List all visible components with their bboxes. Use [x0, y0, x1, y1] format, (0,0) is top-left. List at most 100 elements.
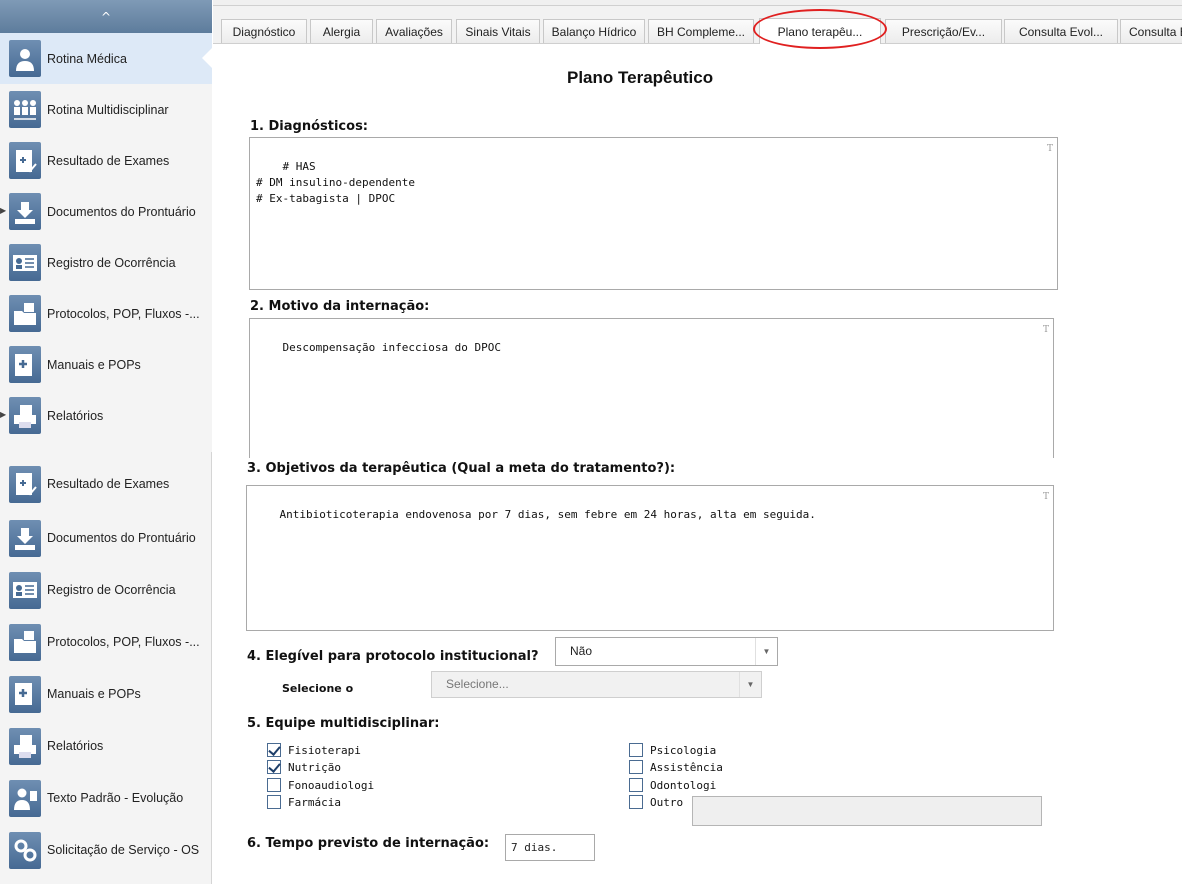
- sidebar-item-label: Protocolos, POP, Fluxos -...: [47, 635, 200, 649]
- elegivel-protocolo-label: 4. Elegível para protocolo institucional…: [247, 649, 539, 664]
- sidebar-item-label: Resultado de Exames: [47, 477, 170, 491]
- checkbox-assistencia[interactable]: Assistência: [629, 759, 723, 775]
- diagnosticos-text: # HAS # DM insulino-dependente # Ex-taba…: [256, 160, 415, 205]
- printer-icon: [9, 727, 41, 765]
- sidebar-item-label: Registro de Ocorrência: [47, 583, 176, 597]
- sidebar-upper-panel: ^ Rotina Médica Rotina Multidisciplinar Re…: [0, 0, 212, 452]
- sidebar-item-protocolos-pop-fluxos[interactable]: Protocolos, POP, Fluxos -...: [0, 616, 206, 668]
- sidebar-item-rotina-multidisciplinar[interactable]: Rotina Multidisciplinar: [0, 84, 212, 135]
- tempo-internacao-input[interactable]: 7 dias.: [505, 834, 595, 861]
- gears-icon: [9, 831, 41, 869]
- protocolo-select[interactable]: Selecione... ▼: [431, 671, 762, 698]
- checkbox-box[interactable]: [629, 760, 643, 774]
- document-download-icon: [9, 193, 41, 230]
- sidebar-item-relatorios[interactable]: Relatórios: [0, 720, 206, 772]
- elegivel-protocolo-value: Não: [570, 644, 593, 658]
- folder-icon: [9, 623, 41, 661]
- protocolo-placeholder: Selecione...: [446, 677, 509, 691]
- tab-consulta-evol[interactable]: Consulta Evol...: [1004, 19, 1118, 43]
- tab-sinais-vitais[interactable]: Sinais Vitais: [456, 19, 540, 43]
- tempo-internacao-label: 6. Tempo previsto de internação:: [247, 836, 490, 851]
- checkbox-label: Fisioterapi: [288, 743, 361, 757]
- diagnosticos-textarea[interactable]: # HAS # DM insulino-dependente # Ex-taba…: [249, 137, 1058, 290]
- checkbox-fisioterapi[interactable]: Fisioterapi: [267, 742, 361, 758]
- sidebar-item-label: Protocolos, POP, Fluxos -...: [47, 306, 200, 321]
- sidebar-item-relatorios[interactable]: ▶ Relatórios: [0, 390, 212, 441]
- exam-result-icon: [9, 142, 41, 179]
- expand-caret-icon[interactable]: ▶: [0, 410, 6, 419]
- objetivos-textarea[interactable]: Antibioticoterapia endovenosa por 7 dias…: [246, 485, 1054, 631]
- chevron-up-icon: ^: [100, 9, 112, 24]
- tab-bh-compleme[interactable]: BH Compleme...: [648, 19, 754, 43]
- checkbox-psicologia[interactable]: Psicologia: [629, 742, 716, 758]
- sidebar: ^ Rotina Médica Rotina Multidisciplinar Re…: [0, 0, 212, 884]
- sidebar-item-registro-de-ocorrencia[interactable]: Registro de Ocorrência: [0, 237, 212, 288]
- checkbox-box[interactable]: [267, 778, 281, 792]
- sidebar-item-resultado-de-exames[interactable]: Resultado de Exames: [0, 135, 212, 186]
- tab-balanco-hidrico[interactable]: Balanço Hídrico: [543, 19, 645, 43]
- sidebar-item-label: Registro de Ocorrência: [47, 255, 176, 270]
- collapse-up-button[interactable]: ^: [0, 0, 212, 33]
- sidebar-item-protocolos-pop-fluxos[interactable]: Protocolos, POP, Fluxos -...: [0, 288, 212, 339]
- checkbox-box[interactable]: [267, 795, 281, 809]
- tab-avaliacoes[interactable]: Avaliações: [376, 19, 452, 43]
- checkbox-box[interactable]: [267, 760, 281, 774]
- sidebar-item-label: Resultado de Exames: [47, 153, 170, 168]
- checkbox-label: Outro: [650, 795, 684, 809]
- tab-consulta-ev[interactable]: Consulta Ev: [1120, 19, 1182, 43]
- equipe-multidisciplinar-label: 5. Equipe multidisciplinar:: [247, 716, 440, 731]
- folder-icon: [9, 295, 41, 332]
- exam-result-icon: [9, 465, 41, 503]
- checkbox-nutricao[interactable]: Nutrição: [267, 759, 341, 775]
- tab-alergia[interactable]: Alergia: [310, 19, 373, 43]
- sidebar-lower-panel: Resultado de Exames Documentos do Prontuá…: [0, 456, 206, 884]
- text-format-icon[interactable]: T: [1047, 141, 1053, 157]
- tab-prescricao-ev[interactable]: Prescrição/Ev...: [885, 19, 1002, 43]
- sidebar-item-label: Manuais e POPs: [47, 687, 141, 701]
- sidebar-item-texto-padrao-evolucao[interactable]: Texto Padrão - Evolução: [0, 772, 206, 824]
- chevron-down-icon: ▼: [739, 672, 761, 697]
- checkbox-box[interactable]: [629, 743, 643, 757]
- sidebar-item-documentos-do-prontuario[interactable]: Documentos do Prontuário: [0, 512, 206, 564]
- checkbox-odontologi[interactable]: Odontologi: [629, 777, 716, 793]
- tempo-internacao-value: 7 dias.: [511, 841, 558, 854]
- checkbox-fonoaudiologi[interactable]: Fonoaudiologi: [267, 777, 374, 793]
- sidebar-item-label: Rotina Médica: [47, 51, 127, 66]
- checkbox-label: Odontologi: [650, 778, 717, 792]
- sidebar-item-manuais-e-pops[interactable]: Manuais e POPs: [0, 668, 206, 720]
- checkbox-label: Assistência: [650, 760, 723, 774]
- manual-icon: [9, 346, 41, 383]
- page-title: Plano Terapêutico: [567, 68, 714, 87]
- sidebar-item-label: Solicitação de Serviço - OS: [47, 843, 200, 857]
- checkbox-label: Nutrição: [288, 760, 341, 774]
- outro-input[interactable]: [692, 796, 1042, 826]
- text-format-icon[interactable]: T: [1043, 322, 1049, 338]
- objetivos-label: 3. Objetivos da terapêutica (Qual a meta…: [247, 461, 676, 476]
- doctor-icon: [9, 40, 41, 77]
- checkbox-label: Farmácia: [288, 795, 341, 809]
- sidebar-item-label: Manuais e POPs: [47, 357, 141, 372]
- selecione-protocolo-label: Selecione o: [282, 682, 354, 695]
- tab-plano-terapeu[interactable]: Plano terapêu...: [759, 18, 881, 44]
- sidebar-item-resultado-de-exames[interactable]: Resultado de Exames: [0, 456, 206, 512]
- checkbox-box[interactable]: [629, 778, 643, 792]
- motivo-internacao-textarea[interactable]: Descompensação infecciosa do DPOC T: [249, 318, 1054, 458]
- tab-diagnostico[interactable]: Diagnóstico: [221, 19, 307, 43]
- elegivel-protocolo-select[interactable]: Não ▼: [555, 637, 778, 666]
- document-download-icon: [9, 519, 41, 557]
- checkbox-box[interactable]: [267, 743, 281, 757]
- checkbox-outro[interactable]: Outro: [629, 794, 683, 810]
- id-card-icon: [9, 571, 41, 609]
- checkbox-label: Fonoaudiologi: [288, 778, 375, 792]
- sidebar-item-rotina-medica[interactable]: Rotina Médica: [0, 33, 212, 84]
- id-card-icon: [9, 244, 41, 281]
- sidebar-item-manuais-e-pops[interactable]: Manuais e POPs: [0, 339, 212, 390]
- sidebar-item-solicitacao-de-servico-os[interactable]: Solicitação de Serviço - OS: [0, 824, 206, 876]
- expand-caret-icon[interactable]: ▶: [0, 206, 6, 215]
- checkbox-box[interactable]: [629, 795, 643, 809]
- sidebar-item-registro-de-ocorrencia[interactable]: Registro de Ocorrência: [0, 564, 206, 616]
- sidebar-item-documentos-do-prontuario[interactable]: ▶ Documentos do Prontuário: [0, 186, 212, 237]
- manual-icon: [9, 675, 41, 713]
- checkbox-farmacia[interactable]: Farmácia: [267, 794, 341, 810]
- text-format-icon[interactable]: T: [1043, 489, 1049, 505]
